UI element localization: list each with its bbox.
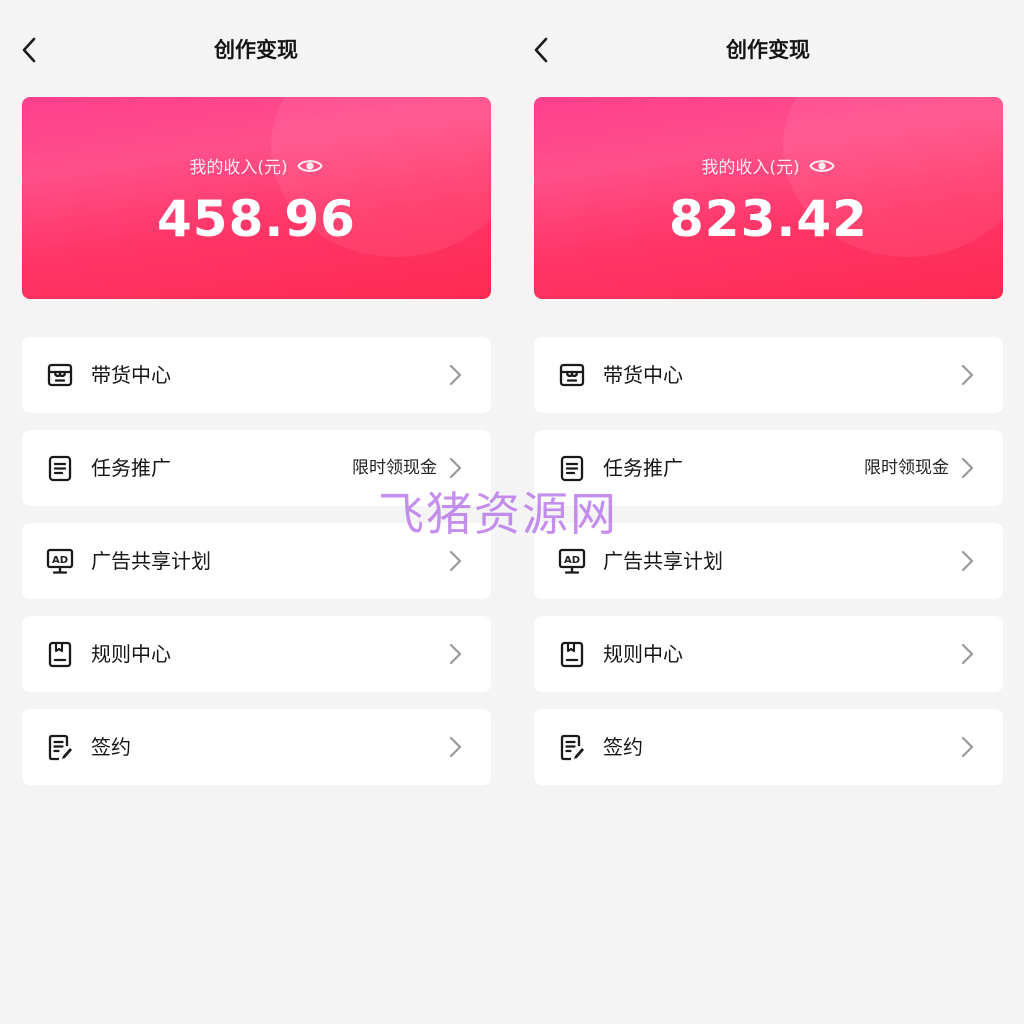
menu-label: 任务推广 (91, 456, 171, 480)
chevron-right-icon (961, 736, 974, 758)
menu-item-goods-center[interactable]: 带货中心 (22, 337, 491, 413)
menu-label: 任务推广 (603, 456, 683, 480)
income-label: 我的收入(元) (189, 158, 288, 178)
menu-label: 签约 (91, 735, 131, 759)
dual-screenshot: 创作变现 我的收入(元) 458.96 带货中心 任务推广 限时领现金 AD 广… (0, 0, 1024, 1024)
menu-label: 规则中心 (603, 642, 683, 666)
income-label-row: 我的收入(元) (22, 153, 491, 178)
toggle-visibility-button[interactable] (808, 156, 836, 176)
eye-icon (808, 159, 835, 172)
sign-document-icon (48, 734, 72, 761)
income-card: 我的收入(元) 823.42 (534, 97, 1003, 299)
store-icon (559, 363, 585, 387)
menu-item-ad-sharing[interactable]: AD 广告共享计划 (22, 523, 491, 599)
promo-tag: 限时领现金 (352, 458, 437, 478)
screen-right: 创作变现 我的收入(元) 823.42 带货中心 任务推广 限时领现金 AD 广… (512, 0, 1024, 1024)
chevron-right-icon (449, 550, 462, 572)
income-card: 我的收入(元) 458.96 (22, 97, 491, 299)
header: 创作变现 (0, 22, 512, 78)
menu-label: 带货中心 (603, 363, 683, 387)
header: 创作变现 (512, 22, 1024, 78)
toggle-visibility-button[interactable] (296, 156, 324, 176)
ad-monitor-icon: AD (46, 548, 74, 574)
menu-item-task-promotion[interactable]: 任务推广 限时领现金 (22, 430, 491, 506)
rulebook-icon (48, 641, 72, 668)
promo-tag: 限时领现金 (864, 458, 949, 478)
document-icon (560, 455, 584, 482)
menu-item-ad-sharing[interactable]: AD 广告共享计划 (534, 523, 1003, 599)
svg-text:AD: AD (52, 555, 68, 566)
chevron-right-icon (961, 550, 974, 572)
menu-item-task-promotion[interactable]: 任务推广 限时领现金 (534, 430, 1003, 506)
chevron-right-icon (449, 736, 462, 758)
chevron-right-icon (449, 457, 462, 479)
menu-item-goods-center[interactable]: 带货中心 (534, 337, 1003, 413)
menu-label: 规则中心 (91, 642, 171, 666)
income-amount: 823.42 (669, 190, 868, 248)
sign-document-icon (560, 734, 584, 761)
chevron-right-icon (449, 364, 462, 386)
ad-monitor-icon: AD (558, 548, 586, 574)
chevron-right-icon (449, 643, 462, 665)
menu-item-rules-center[interactable]: 规则中心 (534, 616, 1003, 692)
rulebook-icon (560, 641, 584, 668)
menu-label: 广告共享计划 (91, 549, 211, 573)
document-icon (48, 455, 72, 482)
screen-left: 创作变现 我的收入(元) 458.96 带货中心 任务推广 限时领现金 AD 广… (0, 0, 512, 1024)
chevron-right-icon (961, 457, 974, 479)
menu-label: 带货中心 (91, 363, 171, 387)
eye-icon (296, 159, 323, 172)
page-title: 创作变现 (726, 38, 810, 62)
income-label: 我的收入(元) (701, 158, 800, 178)
income-label-row: 我的收入(元) (534, 153, 1003, 178)
page-title: 创作变现 (214, 38, 298, 62)
svg-text:AD: AD (564, 555, 580, 566)
menu-label: 签约 (603, 735, 643, 759)
menu-item-rules-center[interactable]: 规则中心 (22, 616, 491, 692)
menu-item-contract[interactable]: 签约 (22, 709, 491, 785)
menu-label: 广告共享计划 (603, 549, 723, 573)
income-amount: 458.96 (157, 190, 356, 248)
chevron-right-icon (961, 643, 974, 665)
chevron-right-icon (961, 364, 974, 386)
menu-item-contract[interactable]: 签约 (534, 709, 1003, 785)
store-icon (47, 363, 73, 387)
